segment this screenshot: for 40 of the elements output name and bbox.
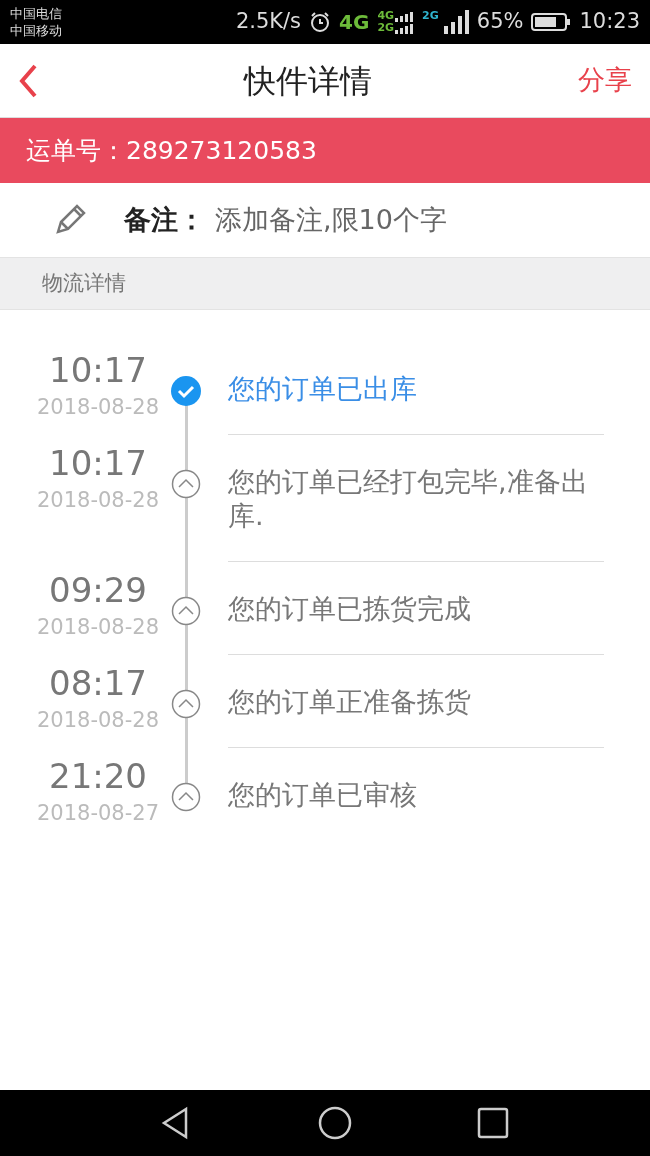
event-time: 10:17 [48, 350, 148, 390]
nav-button[interactable] [318, 1105, 352, 1141]
carrier-name: 中国电信 [10, 5, 62, 22]
event-text: 您的订单已审核 [228, 778, 418, 812]
event-date: 2018-08-28 [35, 707, 160, 734]
event-time: 10:17 [48, 443, 148, 483]
event-date: 2018-08-28 [35, 394, 160, 421]
network-speed: 2.5K/s [235, 8, 302, 36]
event-date: 2018-08-27 [35, 800, 160, 827]
network-type: 2G [377, 22, 395, 34]
event-time: 09:29 [48, 570, 148, 610]
battery-percent: 65% [476, 8, 524, 36]
waybill-number: 289273120583 [126, 134, 317, 167]
share-button[interactable]: 分享 [578, 60, 632, 101]
event-text: 您的订单已经打包完毕,准备出库. [228, 443, 604, 562]
waybill-label: 运单号： [26, 134, 126, 167]
nav-button[interactable] [476, 1105, 510, 1141]
back-button[interactable] [18, 63, 38, 98]
event-date: 2018-08-28 [35, 614, 160, 641]
event-text: 您的订单已拣货完成 [228, 570, 604, 655]
back-icon [18, 63, 38, 98]
event-text: 您的订单正准备拣货 [228, 663, 604, 748]
signal-icon [394, 10, 415, 34]
recents-icon [476, 1105, 510, 1141]
battery-icon [531, 12, 572, 32]
network-type: 2G [422, 10, 439, 21]
home-icon [318, 1105, 352, 1141]
network-type: 4G [377, 10, 395, 22]
signal-icon [442, 10, 469, 34]
section-title: 物流详情 [42, 269, 126, 297]
event-time: 08:17 [48, 663, 148, 703]
alarm-icon [309, 11, 332, 33]
event-date: 2018-08-28 [35, 487, 160, 514]
remark-label: 备注： [124, 202, 205, 237]
network-type: 4G [339, 9, 370, 36]
clock-time: 10:23 [579, 8, 640, 36]
event-time: 21:20 [48, 756, 148, 796]
event-text: 您的订单已出库 [228, 350, 604, 435]
carrier-name: 中国移动 [10, 22, 62, 39]
page-title: 快件详情 [244, 60, 372, 102]
